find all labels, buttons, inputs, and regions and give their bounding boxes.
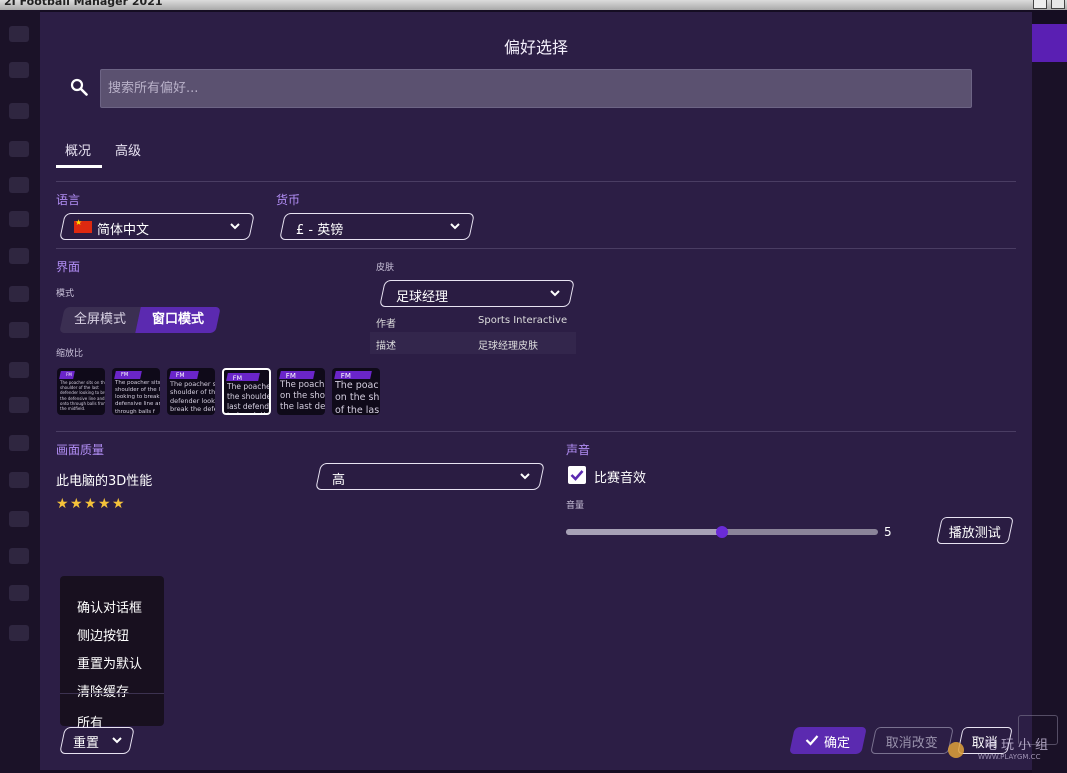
watermark-url: WWW.PLAYGM.CC: [978, 753, 1041, 761]
volume-slider-fill: [566, 529, 722, 535]
reset-button[interactable]: 重置: [59, 727, 135, 754]
zoom-label: 缩放比: [56, 349, 84, 359]
zoom-preview-2[interactable]: FM The poacher sits shoulder of the l lo…: [112, 368, 160, 415]
skin-author-label: 作者: [376, 319, 396, 330]
zoom-preview-3[interactable]: FM The poacher s shoulder of th defender…: [167, 368, 215, 415]
interface-label: 界面: [56, 260, 81, 274]
chevron-down-icon: [112, 737, 122, 744]
currency-select[interactable]: £ - 英镑: [279, 213, 475, 240]
tab-advanced[interactable]: 高级: [115, 140, 141, 159]
star-icon: ★: [84, 496, 97, 512]
skin-author-row: 作者 Sports Interactive: [370, 310, 576, 332]
zoom-preview-5[interactable]: FM The poach on the sho the last de: [277, 368, 325, 415]
finances-icon[interactable]: [9, 548, 29, 564]
mode-label: 模式: [56, 289, 75, 299]
star-icon: ★: [70, 496, 83, 512]
chevron-down-icon: [550, 290, 560, 297]
graphics-label: 画面质量: [56, 443, 105, 457]
search-input[interactable]: [100, 69, 972, 108]
background-panel: [1032, 62, 1067, 773]
graphics-quality-value: 高: [332, 473, 346, 488]
minimize-button[interactable]: [1033, 0, 1047, 9]
skin-desc-label: 描述: [376, 341, 396, 352]
graphics-quality-select[interactable]: 高: [315, 463, 545, 490]
volume-value: 5: [884, 525, 892, 539]
squad-icon[interactable]: [9, 103, 29, 119]
trophy-icon[interactable]: [9, 397, 29, 413]
divider: [56, 248, 1016, 249]
dialog-title: 偏好选择: [503, 38, 568, 57]
volume-slider[interactable]: [566, 526, 878, 538]
staff-icon[interactable]: [9, 211, 29, 227]
scouting-icon[interactable]: [9, 435, 29, 451]
reset-menu: 确认对话框 侧边按钮 重置为默认 清除缓存 所有: [60, 576, 164, 731]
window-title: 2I Football Manager 2021: [4, 0, 163, 8]
watermark: 电玩小组 WWW.PLAYGM.CC: [944, 734, 1064, 770]
skin-author-value: Sports Interactive: [478, 315, 568, 326]
chevron-down-icon: [450, 223, 460, 230]
checkmark-icon: [570, 470, 584, 481]
menu-item-clear-cache[interactable]: 清除缓存: [77, 681, 129, 700]
menu-item-confirm-dialogs[interactable]: 确认对话框: [77, 597, 142, 616]
3d-performance-label: 此电脑的3D性能: [56, 474, 153, 489]
currency-value: £ - 英镑: [296, 223, 344, 238]
skin-value: 足球经理: [396, 290, 449, 305]
volume-label: 音量: [566, 501, 585, 511]
checkmark-icon: [805, 735, 819, 746]
play-test-button[interactable]: 播放测试: [936, 517, 1014, 544]
training-icon[interactable]: [9, 248, 29, 264]
match-sfx-label: 比赛音效: [594, 471, 647, 486]
menu-item-reset-defaults[interactable]: 重置为默认: [77, 653, 142, 672]
tactics-icon[interactable]: [9, 141, 29, 157]
home-icon[interactable]: [9, 26, 29, 42]
report-icon[interactable]: [9, 625, 29, 641]
menu-divider: [60, 693, 164, 694]
app-sidebar: [0, 10, 40, 773]
preferences-dialog: 偏好选择 概况 高级 语言 简体中文 货币 £ - 英镑 界面 模式 全屏模式 …: [40, 12, 1032, 770]
competitions-icon[interactable]: [9, 362, 29, 378]
sound-label: 声音: [566, 443, 591, 457]
divider: [56, 181, 1016, 182]
language-value: 简体中文: [97, 223, 150, 238]
revert-changes-button[interactable]: 取消改变: [870, 727, 954, 754]
skin-select[interactable]: 足球经理: [379, 280, 575, 307]
currency-label: 货币: [276, 193, 301, 207]
watermark-text: 电玩小组: [984, 738, 1053, 753]
club-info-icon[interactable]: [9, 511, 29, 527]
menu-item-side-buttons[interactable]: 侧边按钮: [77, 625, 129, 644]
star-icon: ★: [112, 496, 125, 512]
chevron-down-icon: [520, 473, 530, 480]
data-hub-icon[interactable]: [9, 177, 29, 193]
skin-desc-row: 描述 足球经理皮肤: [370, 332, 576, 354]
medical-icon[interactable]: [9, 286, 29, 302]
divider: [56, 431, 1016, 432]
china-flag-icon: [74, 221, 92, 233]
volume-slider-handle[interactable]: [716, 526, 728, 538]
transfers-icon[interactable]: [9, 472, 29, 488]
fullscreen-mode-button[interactable]: 全屏模式: [59, 307, 141, 333]
ok-button[interactable]: 确定: [789, 727, 867, 754]
zoom-preview-1[interactable]: FM The poacher sits on the shoulder of t…: [57, 368, 105, 415]
language-select[interactable]: 简体中文: [59, 213, 255, 240]
inbox-icon[interactable]: [9, 62, 29, 78]
windowed-mode-button[interactable]: 窗口模式: [135, 307, 221, 333]
continue-button-peek: [1032, 24, 1067, 62]
star-icon: ★: [56, 496, 69, 512]
skin-desc-value: 足球经理皮肤: [478, 341, 538, 352]
close-window-button[interactable]: [1051, 0, 1065, 9]
language-label: 语言: [56, 193, 81, 207]
star-icon: ★: [98, 496, 111, 512]
skin-label: 皮肤: [376, 263, 395, 273]
chevron-down-icon: [230, 223, 240, 230]
match-sfx-checkbox[interactable]: [568, 466, 586, 484]
window-title-bar: 2I Football Manager 2021: [0, 0, 1067, 10]
zoom-preview-4-selected[interactable]: FM The poache the shoulde last defend to…: [222, 368, 271, 415]
dev-centre-icon[interactable]: [9, 585, 29, 601]
search-icon: [70, 78, 88, 96]
zoom-preview-6[interactable]: FM The poac on the sh of the las: [332, 368, 380, 415]
tab-overview[interactable]: 概况: [55, 140, 103, 168]
watermark-logo-icon: [948, 742, 964, 758]
schedule-icon[interactable]: [9, 322, 29, 338]
